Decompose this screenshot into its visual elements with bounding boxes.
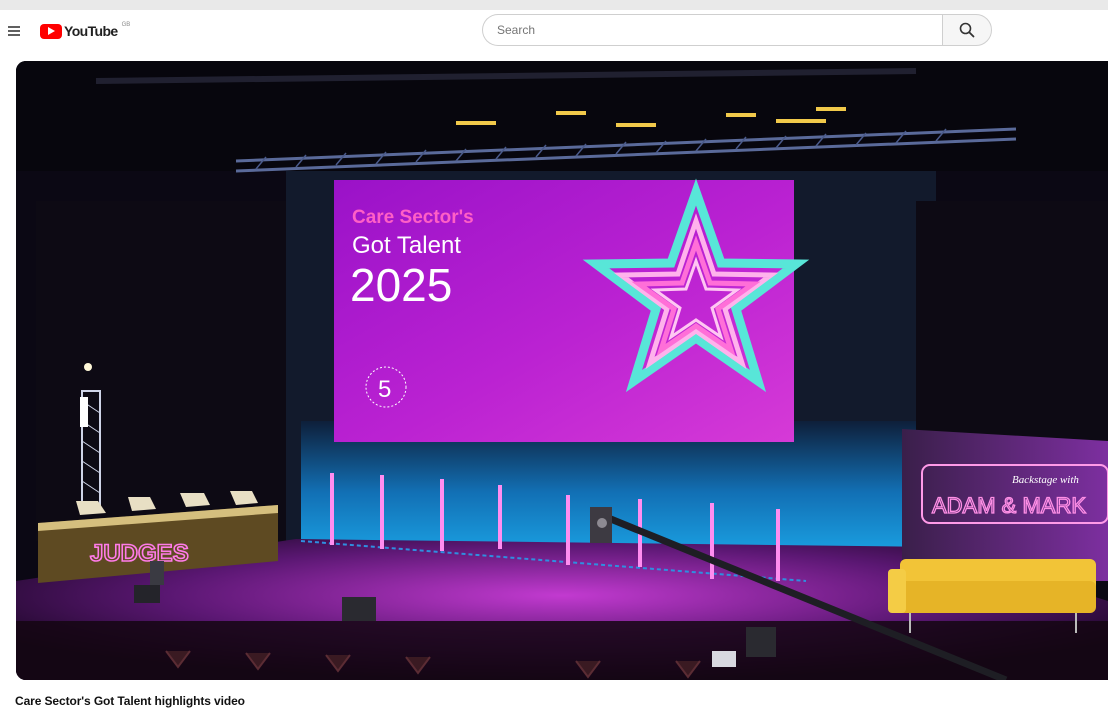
main-projection-screen: Care Sector's Got Talent 2025 5 [334,178,810,442]
search-bar [482,14,992,46]
masthead: YouTube GB [0,10,1108,54]
screen-line1: Care Sector's [352,207,474,228]
video-player[interactable]: Care Sector's Got Talent 2025 5 JUDGES B… [16,61,1108,680]
search-button[interactable] [942,14,992,46]
region-code: GB [121,22,131,28]
youtube-play-icon [40,23,62,39]
youtube-window: YouTube GB Search Care Sector's Got Tale… [0,10,1108,708]
logo-text: YouTube [64,23,118,39]
backstage-set: Backstage with ADAM & MARK [888,429,1108,633]
youtube-logo[interactable]: YouTube GB [40,22,131,39]
backstage-small-text: Backstage with [1012,474,1079,486]
hamburger-menu-icon[interactable] [8,26,20,36]
screen-line2: Got Talent [352,232,461,259]
judges-sign: JUDGES [90,540,189,567]
search-input[interactable] [482,14,942,46]
search-icon [959,22,975,38]
video-title: Care Sector's Got Talent highlights vide… [15,694,245,708]
backstage-big-text: ADAM & MARK [932,493,1086,518]
screen-logo-number: 5 [378,376,391,403]
screen-year: 2025 [350,259,452,311]
video-frame: Care Sector's Got Talent 2025 5 JUDGES B… [16,61,1108,680]
